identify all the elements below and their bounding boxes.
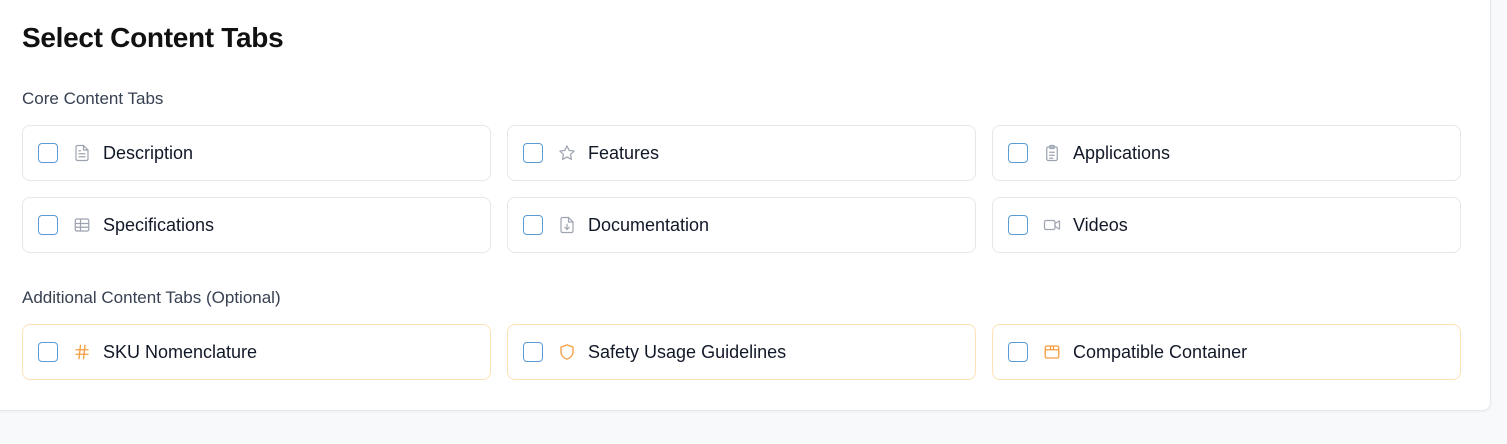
option-label: Documentation	[588, 214, 710, 235]
documentation-checkbox[interactable]	[523, 215, 543, 235]
option-label: Safety Usage Guidelines	[588, 341, 787, 362]
additional-section-label: Additional Content Tabs (Optional)	[22, 288, 281, 307]
option-label: Specifications	[103, 214, 215, 235]
compatible-container-checkbox[interactable]	[1008, 342, 1028, 362]
option-specifications[interactable]: Specifications	[22, 197, 491, 253]
option-documentation[interactable]: Documentation	[507, 197, 976, 253]
page-title: Select Content Tabs	[22, 22, 284, 53]
package-icon	[1043, 343, 1061, 361]
additional-options-grid: SKU Nomenclature Safety Usage Guidelines…	[22, 324, 1461, 380]
option-features[interactable]: Features	[507, 125, 976, 181]
applications-checkbox[interactable]	[1008, 143, 1028, 163]
clipboard-icon	[1043, 144, 1061, 162]
option-description[interactable]: Description	[22, 125, 491, 181]
option-label: Videos	[1073, 214, 1128, 235]
table-icon	[73, 216, 91, 234]
option-label: Features	[588, 142, 660, 163]
hash-icon	[73, 343, 91, 361]
file-download-icon	[558, 216, 576, 234]
option-label: Description	[103, 142, 194, 163]
option-compatible-container[interactable]: Compatible Container	[992, 324, 1461, 380]
shield-icon	[558, 343, 576, 361]
option-label: Applications	[1073, 142, 1171, 163]
option-label: SKU Nomenclature	[103, 341, 258, 362]
option-videos[interactable]: Videos	[992, 197, 1461, 253]
option-safety-usage-guidelines[interactable]: Safety Usage Guidelines	[507, 324, 976, 380]
specifications-checkbox[interactable]	[38, 215, 58, 235]
content-tabs-card: Select Content Tabs Core Content Tabs De…	[0, 0, 1491, 411]
video-icon	[1043, 216, 1061, 234]
option-sku-nomenclature[interactable]: SKU Nomenclature	[22, 324, 491, 380]
option-applications[interactable]: Applications	[992, 125, 1461, 181]
core-section-label: Core Content Tabs	[22, 89, 164, 108]
videos-checkbox[interactable]	[1008, 215, 1028, 235]
safety-usage-guidelines-checkbox[interactable]	[523, 342, 543, 362]
sku-nomenclature-checkbox[interactable]	[38, 342, 58, 362]
document-icon	[73, 144, 91, 162]
star-icon	[558, 144, 576, 162]
option-label: Compatible Container	[1073, 341, 1248, 362]
features-checkbox[interactable]	[523, 143, 543, 163]
description-checkbox[interactable]	[38, 143, 58, 163]
core-options-grid: Description Features Applications Specif…	[22, 125, 1461, 253]
